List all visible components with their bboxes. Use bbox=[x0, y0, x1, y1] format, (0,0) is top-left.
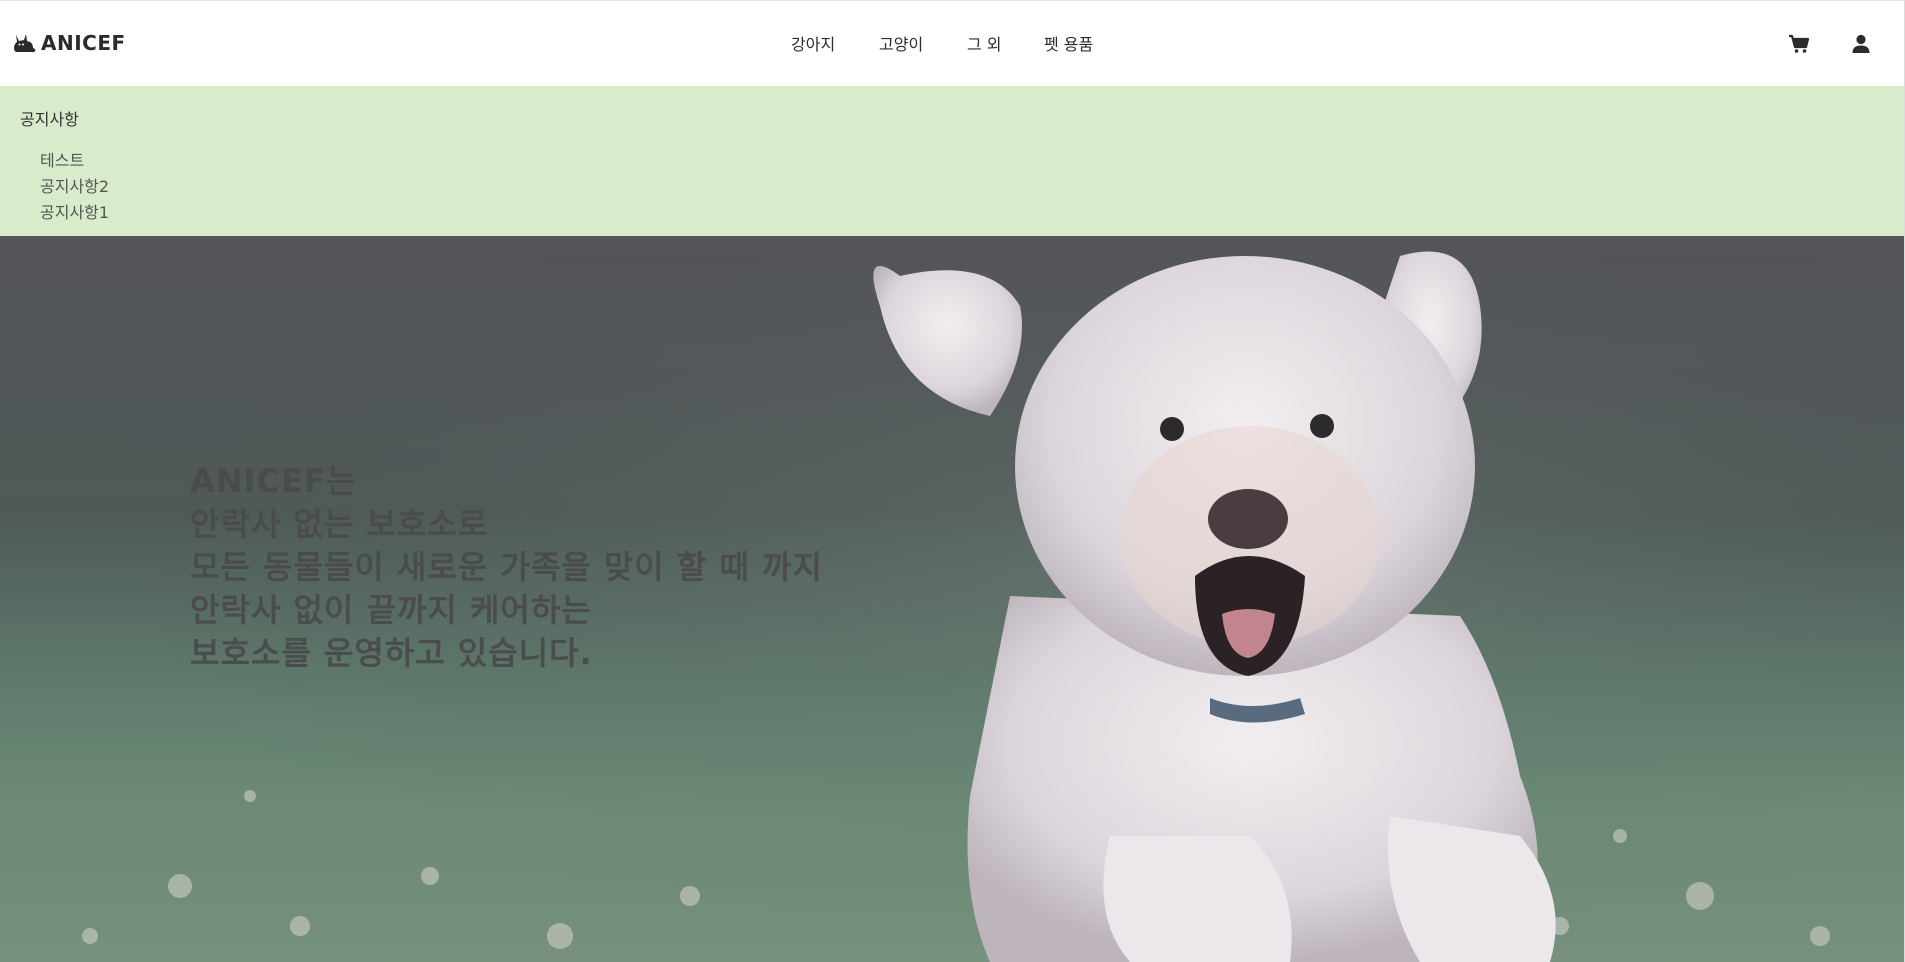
cart-icon[interactable] bbox=[1788, 33, 1810, 55]
hero-line: 보호소를 운영하고 있습니다. bbox=[190, 634, 593, 672]
hero-line: 모든 동물들이 새로운 가족을 맞이 할 때 까지 bbox=[190, 548, 823, 586]
notice-item[interactable]: 공지사항2 bbox=[40, 174, 109, 200]
nav-item-pet-supplies[interactable]: 펫 용품 bbox=[1044, 31, 1093, 59]
hero-line: 안락사 없는 보호소로 bbox=[190, 505, 489, 543]
user-icon[interactable] bbox=[1850, 33, 1872, 55]
hero-headline: ANICEF는 안락사 없는 보호소로 모든 동물들이 새로운 가족을 맞이 할… bbox=[190, 460, 823, 675]
notice-item[interactable]: 테스트 bbox=[40, 148, 109, 174]
notice-list: 테스트 공지사항2 공지사항1 bbox=[40, 148, 109, 226]
page: ANICEF 강아지 고양이 그 외 펫 용품 공지사항 테스트 공지사항2 공… bbox=[0, 0, 1905, 962]
hero-line: ANICEF는 bbox=[190, 462, 358, 500]
nav-item-dogs[interactable]: 강아지 bbox=[791, 31, 835, 59]
notice-panel: 공지사항 테스트 공지사항2 공지사항1 bbox=[0, 86, 1904, 236]
site-header: ANICEF 강아지 고양이 그 외 펫 용품 bbox=[0, 0, 1905, 86]
nav-item-others[interactable]: 그 외 bbox=[967, 31, 1002, 59]
notice-title: 공지사항 bbox=[20, 110, 79, 129]
hero-line: 안락사 없이 끝까지 케어하는 bbox=[190, 591, 592, 629]
main-nav: 강아지 고양이 그 외 펫 용품 bbox=[0, 31, 1905, 59]
notice-item[interactable]: 공지사항1 bbox=[40, 200, 109, 226]
hero-banner: ANICEF는 안락사 없는 보호소로 모든 동물들이 새로운 가족을 맞이 할… bbox=[0, 236, 1904, 962]
nav-item-cats[interactable]: 고양이 bbox=[879, 31, 923, 59]
